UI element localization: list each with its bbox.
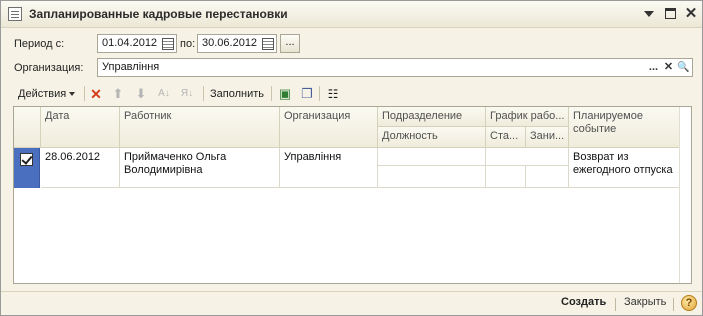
cell-worker[interactable]: Приймаченко Ольга Володимирівна <box>120 148 280 188</box>
arrow-up-icon[interactable]: ⬆ <box>110 86 126 102</box>
cell-date[interactable]: 28.06.2012 <box>41 148 120 188</box>
period-select-button[interactable]: ... <box>280 34 300 53</box>
help-icon[interactable]: ? <box>681 295 697 311</box>
header-planned-event[interactable]: Планируемое событие <box>569 107 680 148</box>
window-menu-button[interactable] <box>641 6 657 22</box>
period-label: Период с: <box>14 38 65 50</box>
table-toolbar: Действия ✕ ⬆ ⬇ A↓ Я↓ Заполнить ▣ ❐ ☷ <box>13 83 693 105</box>
cell-planned-event[interactable]: Возврат из ежегодного отпуска <box>569 148 680 188</box>
check-all-icon[interactable]: ▣ <box>277 86 293 102</box>
chevron-down-icon <box>69 92 76 97</box>
row-selector[interactable] <box>14 148 40 188</box>
calendar-icon[interactable] <box>261 37 274 50</box>
footer-divider <box>615 298 616 311</box>
delete-icon[interactable]: ✕ <box>88 86 104 102</box>
date-from-value: 01.04.2012 <box>102 37 158 49</box>
window-title: Запланированные кадровые перестановки <box>29 7 288 21</box>
org-select-button[interactable]: ... <box>646 60 661 75</box>
cell-department[interactable] <box>378 148 486 166</box>
header-date[interactable]: Дата <box>41 107 120 148</box>
actions-label: Действия <box>18 88 67 100</box>
header-department[interactable]: Подразделение <box>378 107 486 127</box>
close-window-button[interactable]: ✕ <box>683 6 699 22</box>
org-field[interactable]: Управління ... ✕ 🔍 <box>97 58 693 77</box>
org-label: Организация: <box>14 62 84 74</box>
cell-schedule[interactable] <box>486 148 569 166</box>
search-icon[interactable]: 🔍 <box>676 60 691 75</box>
columns-settings-icon[interactable]: ☷ <box>325 86 341 102</box>
cell-organization[interactable]: Управління <box>280 148 378 188</box>
document-list-icon <box>8 7 22 21</box>
toolbar-divider <box>319 86 320 101</box>
sort-asc-icon[interactable]: A↓ <box>156 86 172 102</box>
dialog-window: Запланированные кадровые перестановки ✕ … <box>0 0 703 316</box>
footer-divider <box>673 298 674 311</box>
header-rate[interactable]: Ста... <box>486 127 526 148</box>
fill-button[interactable]: Заполнить <box>210 85 264 103</box>
cell-occupied[interactable] <box>526 166 569 188</box>
dialog-footer: Создать Закрыть ? <box>1 291 702 315</box>
header-select-column <box>14 107 41 148</box>
toolbar-divider <box>84 86 85 101</box>
header-occupied[interactable]: Зани... <box>526 127 569 148</box>
vertical-scrollbar[interactable] <box>679 107 691 283</box>
close-icon: ✕ <box>684 5 698 22</box>
row-checkbox[interactable] <box>20 153 33 166</box>
date-to-field[interactable]: 30.06.2012 <box>197 34 277 53</box>
maximize-icon <box>664 8 676 19</box>
arrow-down-icon[interactable]: ⬇ <box>133 86 149 102</box>
close-button[interactable]: Закрыть <box>624 296 666 308</box>
org-value: Управління <box>102 61 160 73</box>
sort-desc-icon[interactable]: Я↓ <box>179 86 195 102</box>
chevron-down-icon <box>644 11 654 17</box>
header-worker[interactable]: Работник <box>120 107 280 148</box>
period-to-label: по: <box>180 38 196 50</box>
toolbar-divider <box>271 86 272 101</box>
date-to-value: 30.06.2012 <box>202 37 258 49</box>
cell-position[interactable] <box>378 166 486 188</box>
date-from-field[interactable]: 01.04.2012 <box>97 34 177 53</box>
header-position[interactable]: Должность <box>378 127 486 148</box>
header-organization[interactable]: Организация <box>280 107 378 148</box>
toolbar-divider <box>203 86 204 101</box>
title-bar: Запланированные кадровые перестановки ✕ <box>1 1 702 28</box>
header-schedule[interactable]: График рабо... <box>486 107 569 127</box>
calendar-icon[interactable] <box>161 37 174 50</box>
staff-transfers-table[interactable]: Дата Работник Организация Подразделение … <box>13 106 692 284</box>
actions-menu-button[interactable]: Действия <box>18 85 76 103</box>
maximize-button[interactable] <box>662 6 678 22</box>
create-button[interactable]: Создать <box>561 296 606 308</box>
clear-icon[interactable]: ✕ <box>661 60 676 75</box>
copy-icon[interactable]: ❐ <box>299 86 315 102</box>
cell-rate[interactable] <box>486 166 526 188</box>
